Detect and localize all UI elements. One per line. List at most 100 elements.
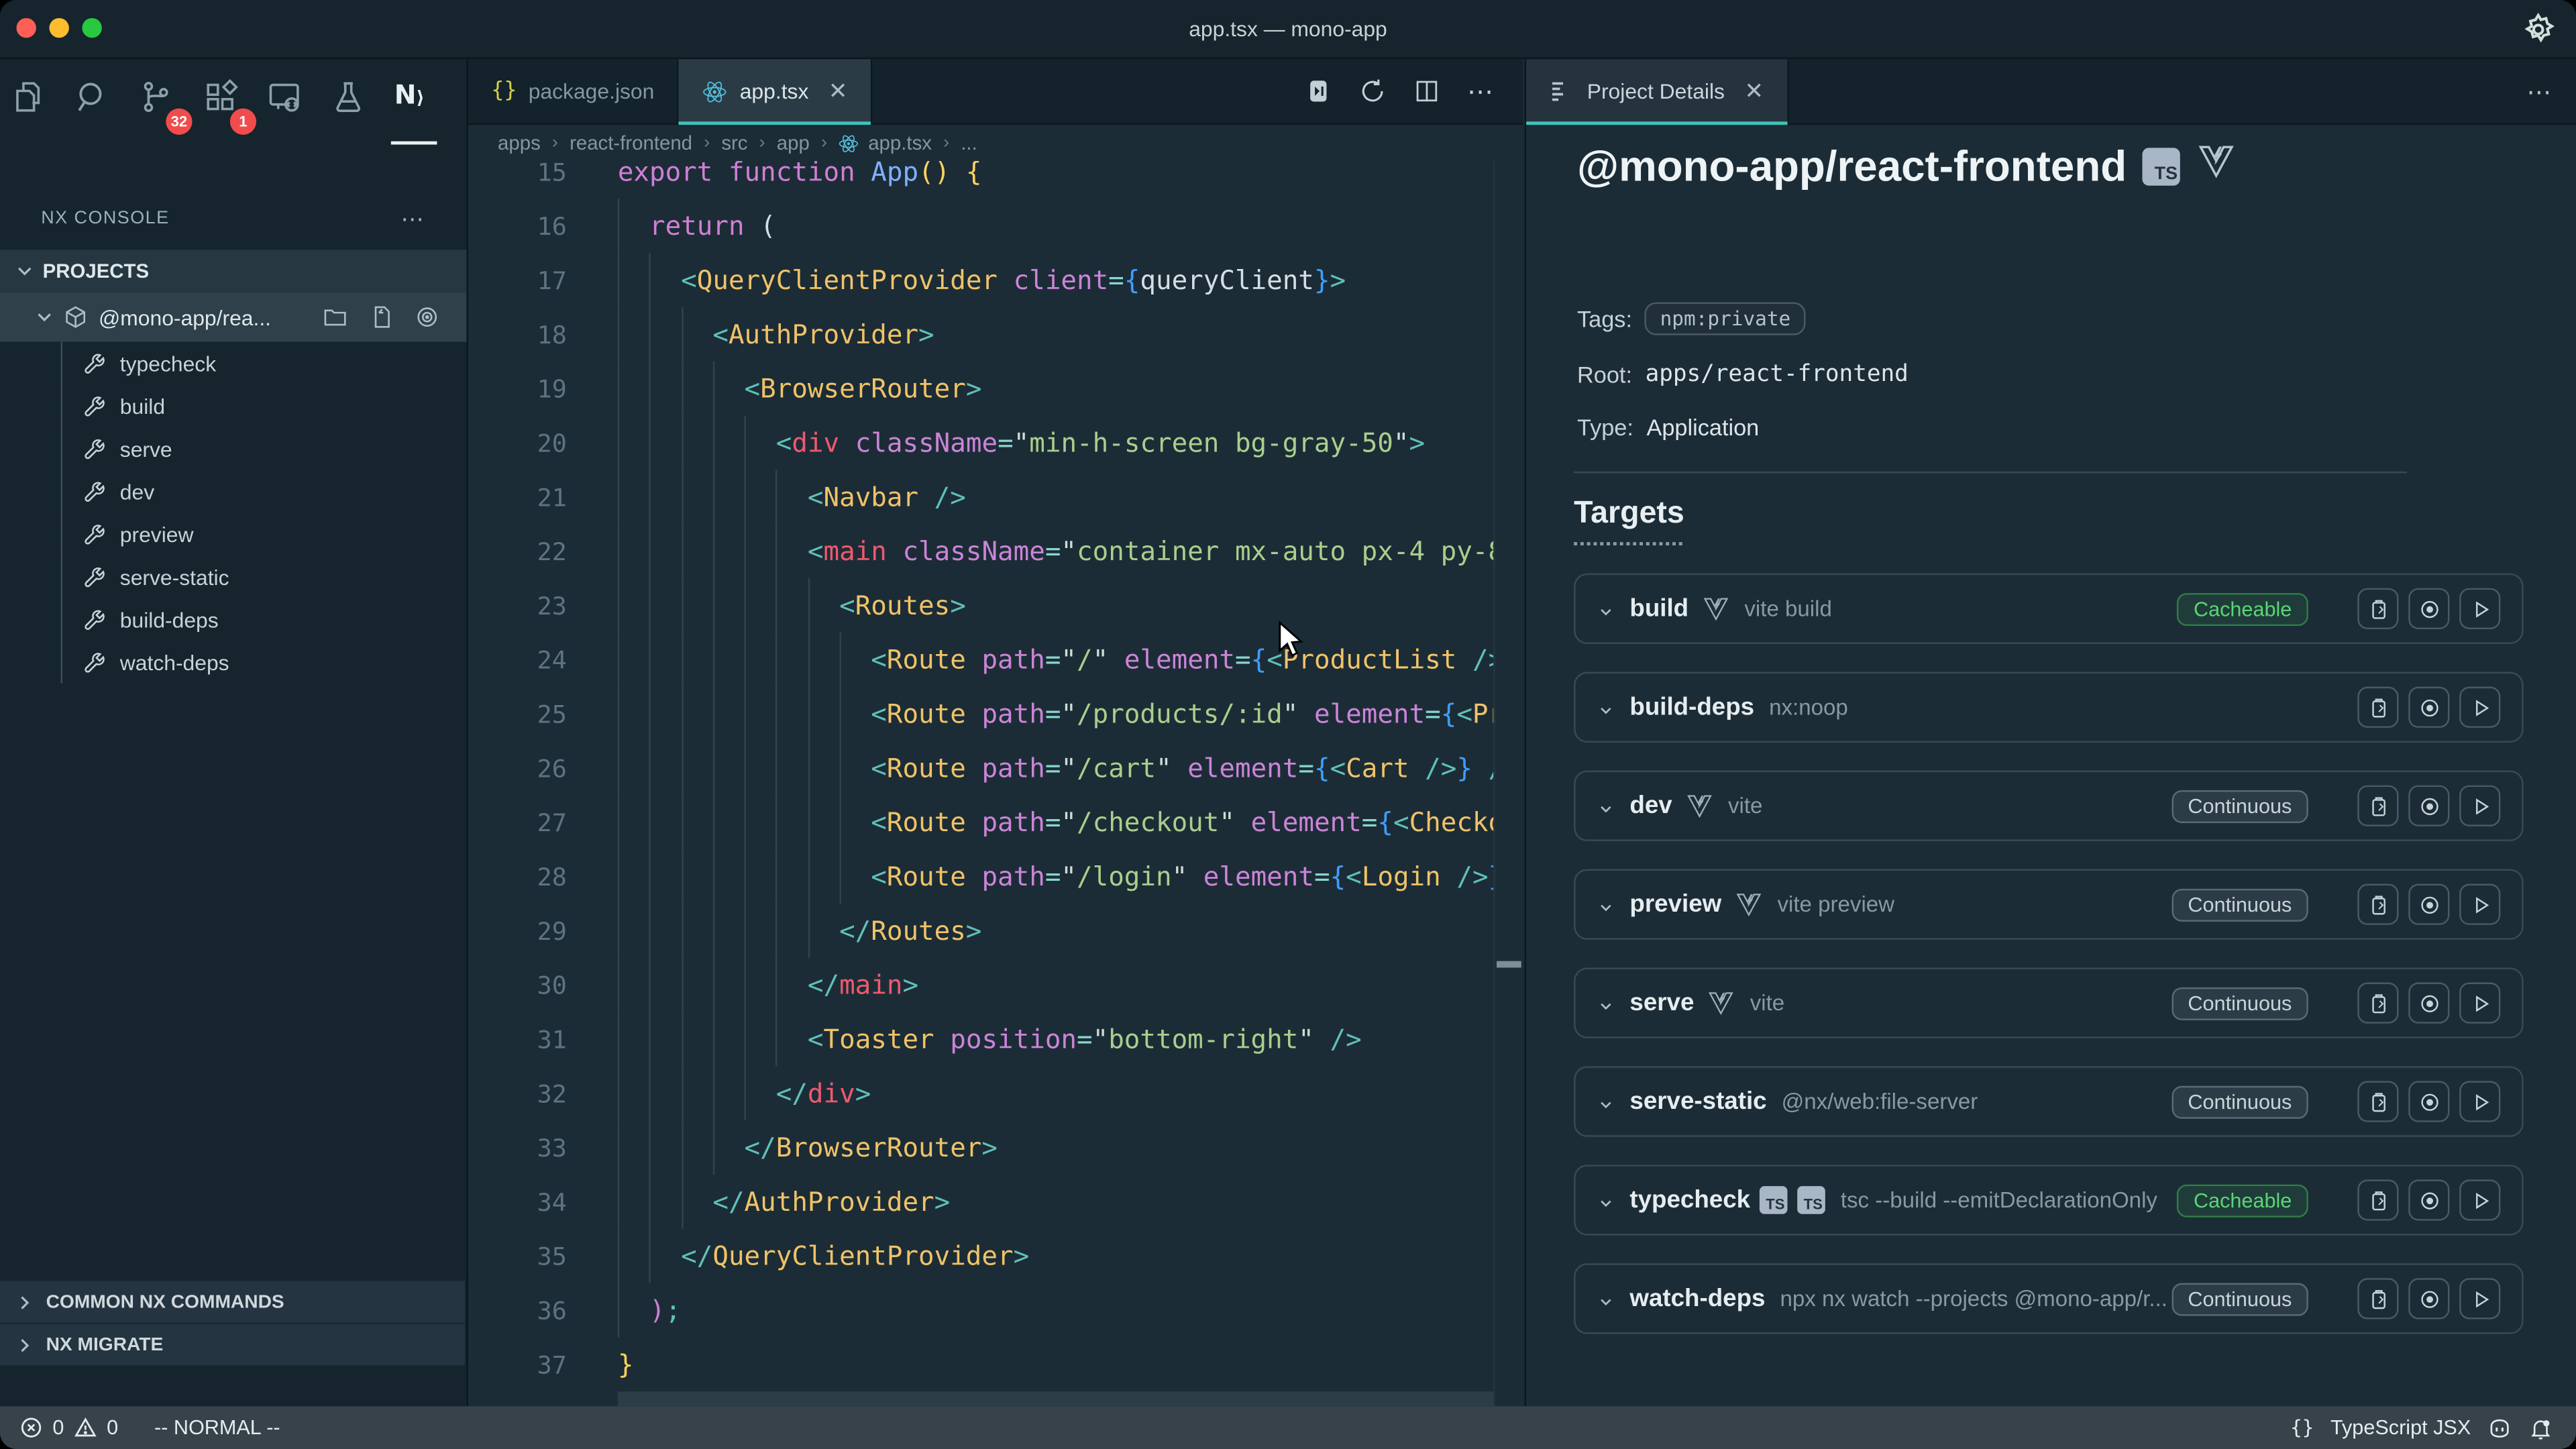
code-line-16[interactable]: 16 return (: [468, 199, 1495, 253]
target-card-build-deps[interactable]: build-depsnx:noop: [1574, 672, 2524, 743]
run-target-button[interactable]: [2459, 687, 2500, 728]
view-target-graph-button[interactable]: [2408, 982, 2449, 1023]
task-item-typecheck[interactable]: typecheck: [0, 341, 467, 384]
folder-icon[interactable]: [322, 304, 348, 330]
task-item-serve-static[interactable]: serve-static: [0, 555, 467, 598]
notifications-bell-icon[interactable]: [2528, 1415, 2553, 1440]
copy-target-button[interactable]: [2357, 687, 2398, 728]
remote-explorer-icon[interactable]: [266, 79, 309, 138]
breadcrumb-item[interactable]: app.tsx: [868, 131, 932, 154]
copy-target-button[interactable]: [2357, 786, 2398, 826]
common-nx-commands-section[interactable]: COMMON NX COMMANDS: [0, 1280, 465, 1323]
breadcrumb-item[interactable]: apps: [498, 131, 541, 154]
code-line-18[interactable]: 18 <AuthProvider>: [468, 307, 1495, 362]
code-line-17[interactable]: 17 <QueryClientProvider client={queryCli…: [468, 253, 1495, 307]
code-line-20[interactable]: 20 <div className="min-h-screen bg-gray-…: [468, 416, 1495, 470]
target-card-serve[interactable]: serveviteContinuous: [1574, 967, 2524, 1038]
open-changes-icon[interactable]: [1304, 77, 1332, 105]
target-card-serve-static[interactable]: serve-static@nx/web:file-serverContinuou…: [1574, 1066, 2524, 1136]
copy-target-button[interactable]: [2357, 982, 2398, 1023]
nx-migrate-section[interactable]: NX MIGRATE: [0, 1322, 465, 1365]
code-line-19[interactable]: 19 <BrowserRouter>: [468, 362, 1495, 416]
copy-target-button[interactable]: [2357, 588, 2398, 629]
code-line-30[interactable]: 30 </main>: [468, 958, 1495, 1012]
run-target-button[interactable]: [2459, 1278, 2500, 1319]
breadcrumb-item[interactable]: src: [721, 131, 747, 154]
settings-gear-icon[interactable]: [2520, 11, 2557, 48]
code-line-22[interactable]: 22 <main className="container mx-auto px…: [468, 524, 1495, 578]
files-icon[interactable]: [10, 79, 53, 138]
run-target-button[interactable]: [2459, 588, 2500, 629]
breadcrumb-item[interactable]: app: [777, 131, 810, 154]
tab-app-tsx[interactable]: app.tsx ✕: [679, 59, 872, 123]
tab-project-details[interactable]: Project Details ✕: [1526, 59, 1788, 123]
run-target-button[interactable]: [2459, 1179, 2500, 1220]
editor-more-actions-icon[interactable]: ⋯: [1467, 74, 1497, 107]
problems-indicator[interactable]: 0 0: [19, 1416, 118, 1439]
refresh-icon[interactable]: [1358, 77, 1387, 105]
copilot-icon[interactable]: [2487, 1415, 2512, 1440]
chevron-down-icon[interactable]: [1597, 1191, 1615, 1210]
target-card-watch-deps[interactable]: watch-depsnpx nx watch --projects @mono-…: [1574, 1263, 2524, 1334]
code-line-23[interactable]: 23 <Routes>: [468, 578, 1495, 633]
test-beaker-icon[interactable]: [330, 79, 373, 138]
chevron-down-icon[interactable]: [1597, 994, 1615, 1012]
file-refresh-icon[interactable]: [368, 304, 394, 330]
source-control-icon[interactable]: 32: [138, 79, 181, 138]
run-target-button[interactable]: [2459, 982, 2500, 1023]
sidebar-more-actions-icon[interactable]: ⋯: [401, 205, 424, 233]
view-target-graph-button[interactable]: [2408, 687, 2449, 728]
code-line-35[interactable]: 35 </QueryClientProvider>: [468, 1229, 1495, 1283]
target-card-preview[interactable]: previewvite previewContinuous: [1574, 869, 2524, 940]
run-target-button[interactable]: [2459, 1081, 2500, 1122]
code-line-25[interactable]: 25 <Route path="/products/:id" element={…: [468, 687, 1495, 741]
chevron-down-icon[interactable]: [1597, 600, 1615, 618]
code-line-26[interactable]: 26 <Route path="/cart" element={<Cart />…: [468, 741, 1495, 795]
target-icon[interactable]: [414, 304, 440, 330]
title-bar[interactable]: app.tsx — mono-app: [0, 0, 2576, 59]
breadcrumb-item[interactable]: react-frontend: [570, 131, 692, 154]
view-target-graph-button[interactable]: [2408, 1278, 2449, 1319]
code-line-31[interactable]: 31 <Toaster position="bottom-right" />: [468, 1012, 1495, 1067]
chevron-down-icon[interactable]: [1597, 1289, 1615, 1307]
task-item-build-deps[interactable]: build-deps: [0, 598, 467, 641]
split-editor-icon[interactable]: [1413, 77, 1441, 105]
chevron-down-icon[interactable]: [1597, 896, 1615, 914]
close-tab-icon[interactable]: ✕: [828, 77, 848, 105]
panel-more-actions-icon[interactable]: ⋯: [2527, 76, 2555, 106]
nx-icon[interactable]: N⟩: [394, 79, 437, 138]
view-target-graph-button[interactable]: [2408, 786, 2449, 826]
project-row[interactable]: @mono-app/rea...: [0, 292, 467, 341]
code-line-29[interactable]: 29 </Routes>: [468, 904, 1495, 958]
close-panel-icon[interactable]: ✕: [1744, 77, 1764, 105]
view-target-graph-button[interactable]: [2408, 884, 2449, 925]
breadcrumb-item[interactable]: ...: [961, 131, 977, 154]
code-line-33[interactable]: 33 </BrowserRouter>: [468, 1120, 1495, 1175]
task-item-preview[interactable]: preview: [0, 513, 467, 555]
task-item-serve[interactable]: serve: [0, 427, 467, 470]
code-line-37[interactable]: 37}: [468, 1337, 1495, 1391]
chevron-down-icon[interactable]: [1597, 698, 1615, 716]
copy-target-button[interactable]: [2357, 884, 2398, 925]
editor-scrollbar[interactable]: [1493, 161, 1523, 1406]
code-line-28[interactable]: 28 <Route path="/login" element={<Login …: [468, 849, 1495, 904]
copy-target-button[interactable]: [2357, 1081, 2398, 1122]
task-item-watch-deps[interactable]: watch-deps: [0, 641, 467, 684]
code-line-21[interactable]: 21 <Navbar />: [468, 470, 1495, 524]
view-target-graph-button[interactable]: [2408, 588, 2449, 629]
projects-section-header[interactable]: PROJECTS: [0, 250, 467, 292]
code-line-32[interactable]: 32 </div>: [468, 1066, 1495, 1120]
language-mode[interactable]: TypeScript JSX: [2330, 1416, 2471, 1439]
target-card-build[interactable]: buildvite buildCacheable: [1574, 574, 2524, 644]
code-line-36[interactable]: 36 );: [468, 1283, 1495, 1338]
copy-target-button[interactable]: [2357, 1278, 2398, 1319]
code-line-34[interactable]: 34 </AuthProvider>: [468, 1175, 1495, 1229]
code-editor[interactable]: 15export function App() {16 return (17 <…: [468, 161, 1495, 1406]
breadcrumb[interactable]: apps›react-frontend›src›app›app.tsx›...: [468, 125, 1523, 161]
run-target-button[interactable]: [2459, 884, 2500, 925]
code-line-24[interactable]: 24 <Route path="/" element={<ProductList…: [468, 633, 1495, 687]
chevron-down-icon[interactable]: [1597, 797, 1615, 815]
tab-package-json[interactable]: {} package.json: [468, 59, 679, 123]
target-card-typecheck[interactable]: typecheckTSTStsc --build --emitDeclarati…: [1574, 1165, 2524, 1235]
search-icon[interactable]: [74, 79, 117, 138]
